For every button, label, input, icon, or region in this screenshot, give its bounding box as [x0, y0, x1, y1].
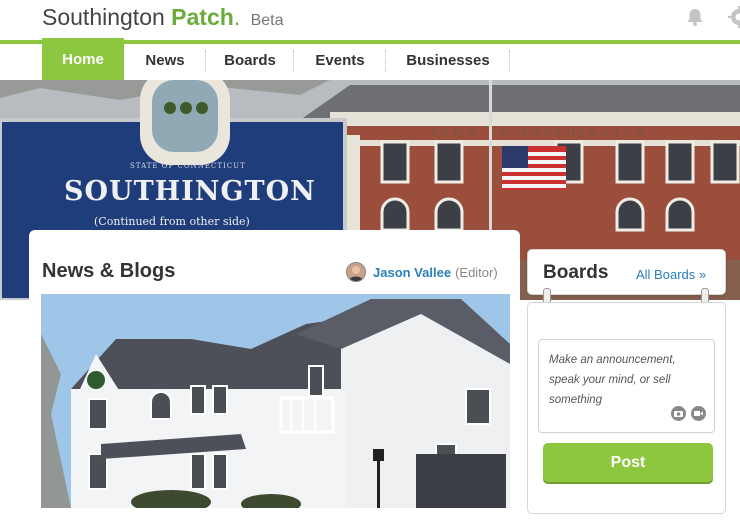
us-flag [502, 146, 566, 190]
building-inscription: TOWN OF SOUTHINGTON [430, 129, 650, 139]
article-image[interactable] [41, 294, 510, 508]
logo-beta: Beta [251, 12, 284, 29]
video-glyph [691, 406, 706, 421]
editor-byline: Jason Vallee (Editor) [346, 262, 498, 282]
news-blogs-title: News & Blogs [42, 260, 175, 283]
all-boards-link[interactable]: All Boards » [636, 267, 706, 282]
logo-patch: Patch [171, 4, 234, 30]
nav-news[interactable]: News [124, 44, 206, 78]
camera-icon[interactable] [671, 406, 686, 421]
nav-businesses[interactable]: Businesses [386, 44, 510, 78]
nav-home[interactable]: Home [42, 38, 124, 82]
post-button[interactable]: Post [543, 443, 713, 482]
announcement-placeholder: Make an announcement, speak your mind, o… [549, 350, 704, 410]
nav-events[interactable]: Events [294, 44, 386, 78]
nav-boards[interactable]: Boards [206, 44, 294, 78]
sign-subtitle: (Continued from other side) [94, 215, 250, 228]
editor-role: (Editor) [455, 265, 498, 280]
sign-title: SOUTHINGTON [64, 176, 316, 207]
gear-icon[interactable] [728, 6, 740, 28]
house-photo [41, 294, 510, 508]
camera-glyph [671, 406, 686, 421]
video-icon[interactable] [691, 406, 706, 421]
site-logo[interactable]: Southington Patch. Beta [42, 3, 284, 35]
editor-avatar[interactable] [346, 262, 366, 282]
bell-icon[interactable] [684, 6, 706, 28]
seal-text: STATE OF CONNECTICUT [130, 162, 246, 170]
editor-name[interactable]: Jason Vallee [373, 265, 451, 280]
boards-title: Boards [543, 262, 608, 284]
logo-dot: . [234, 4, 240, 30]
avatar-image [347, 263, 365, 281]
logo-brand: Southington [42, 4, 165, 30]
